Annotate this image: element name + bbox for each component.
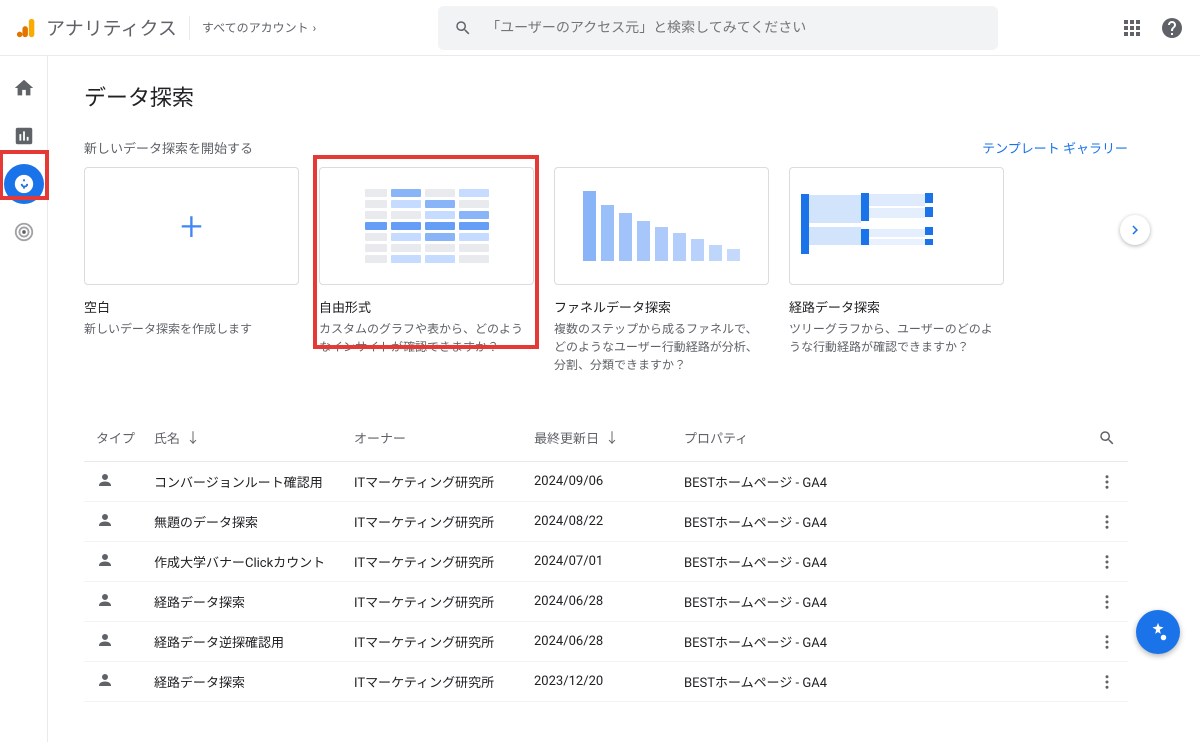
more-vert-icon[interactable]	[1098, 553, 1116, 571]
row-name: 経路データ探索	[154, 592, 354, 611]
template-gallery-link[interactable]: テンプレート ギャラリー	[982, 138, 1128, 157]
app-title: アナリティクス	[46, 14, 177, 41]
logo-wrap: アナリティクス	[16, 14, 177, 41]
highlight-annotation-sidebar	[0, 150, 49, 200]
row-date: 2024/06/28	[534, 634, 684, 649]
more-vert-icon[interactable]	[1098, 513, 1116, 531]
row-owner: ITマーケティング研究所	[354, 672, 534, 691]
row-prop: BESTホームページ - GA4	[684, 672, 1068, 691]
row-prop: BESTホームページ - GA4	[684, 512, 1068, 531]
template-funnel[interactable]: ファネルデータ探索 複数のステップから成るファネルで、どのようなユーザー行動経路…	[554, 167, 769, 374]
home-icon	[13, 77, 35, 99]
sparkle-gear-icon	[1147, 621, 1169, 643]
template-path[interactable]: 経路データ探索 ツリーグラフから、ユーザーのどのような行動経路が確認できますか？	[789, 167, 1004, 374]
main-content: データ探索 新しいデータ探索を開始する テンプレート ギャラリー + 空白 新し…	[48, 56, 1168, 742]
template-blank[interactable]: + 空白 新しいデータ探索を作成します	[84, 167, 299, 374]
table-row[interactable]: 作成大学バナーClickカウント ITマーケティング研究所 2024/07/01…	[84, 542, 1128, 582]
person-icon	[96, 591, 114, 609]
template-title: 自由形式	[319, 297, 534, 316]
reports-icon	[13, 125, 35, 147]
template-row: + 空白 新しいデータ探索を作成します 自由形式 カスタムのグラフや表から、どの…	[84, 167, 1168, 374]
person-icon	[96, 551, 114, 569]
row-name: 無題のデータ探索	[154, 512, 354, 531]
apps-icon[interactable]	[1120, 16, 1144, 40]
app-header: アナリティクス すべてのアカウント ›	[0, 0, 1200, 56]
template-title: 空白	[84, 297, 299, 316]
row-prop: BESTホームページ - GA4	[684, 632, 1068, 651]
person-icon	[96, 631, 114, 649]
template-desc: 複数のステップから成るファネルで、どのようなユーザー行動経路が分析、分割、分類で…	[554, 320, 769, 374]
template-desc: カスタムのグラフや表から、どのようなインサイトが確認できますか？	[319, 320, 534, 356]
template-desc: ツリーグラフから、ユーザーのどのような行動経路が確認できますか？	[789, 320, 1004, 356]
search-icon	[454, 19, 472, 37]
more-vert-icon[interactable]	[1098, 673, 1116, 691]
row-name: 経路データ逆探確認用	[154, 632, 354, 651]
table-row[interactable]: 経路データ逆探確認用 ITマーケティング研究所 2024/06/28 BESTホ…	[84, 622, 1128, 662]
row-name: コンバージョンルート確認用	[154, 472, 354, 491]
row-prop: BESTホームページ - GA4	[684, 472, 1068, 491]
table-row[interactable]: 経路データ探索 ITマーケティング研究所 2023/12/20 BESTホームペ…	[84, 662, 1128, 702]
sidebar-item-advertising[interactable]	[4, 212, 44, 252]
header-actions	[1120, 16, 1184, 40]
sidebar-item-home[interactable]	[4, 68, 44, 108]
row-date: 2023/12/20	[534, 674, 684, 689]
more-vert-icon[interactable]	[1098, 473, 1116, 491]
col-prop: プロパティ	[684, 428, 1068, 447]
target-icon	[13, 221, 35, 243]
col-date[interactable]: 最終更新日↓	[534, 428, 684, 448]
template-freeform[interactable]: 自由形式 カスタムのグラフや表から、どのようなインサイトが確認できますか？	[319, 167, 534, 374]
page-title: データ探索	[84, 80, 1168, 112]
row-name: 経路データ探索	[154, 672, 354, 691]
path-thumb-icon	[801, 189, 993, 264]
separator	[189, 16, 190, 40]
col-type: タイプ	[84, 428, 154, 447]
chevron-right-icon	[1126, 221, 1144, 239]
template-title: 経路データ探索	[789, 297, 1004, 316]
row-owner: ITマーケティング研究所	[354, 632, 534, 651]
row-date: 2024/09/06	[534, 474, 684, 489]
person-icon	[96, 471, 114, 489]
table-row[interactable]: コンバージョンルート確認用 ITマーケティング研究所 2024/09/06 BE…	[84, 462, 1128, 502]
more-vert-icon[interactable]	[1098, 593, 1116, 611]
section-label: 新しいデータ探索を開始する	[84, 138, 253, 157]
row-prop: BESTホームページ - GA4	[684, 552, 1068, 571]
row-owner: ITマーケティング研究所	[354, 472, 534, 491]
template-title: ファネルデータ探索	[554, 297, 769, 316]
row-date: 2024/06/28	[534, 594, 684, 609]
row-owner: ITマーケティング研究所	[354, 552, 534, 571]
person-icon	[96, 671, 114, 689]
help-icon[interactable]	[1160, 16, 1184, 40]
scroll-right-button[interactable]	[1120, 215, 1150, 245]
row-prop: BESTホームページ - GA4	[684, 592, 1068, 611]
sort-down-icon: ↓	[605, 428, 619, 448]
table-header: タイプ 氏名↓ オーナー 最終更新日↓ プロパティ	[84, 414, 1128, 462]
row-name: 作成大学バナーClickカウント	[154, 552, 354, 571]
search-wrap	[316, 6, 1120, 50]
account-breadcrumb[interactable]: すべてのアカウント ›	[202, 19, 316, 36]
search-icon[interactable]	[1098, 429, 1116, 447]
freeform-thumb-icon	[331, 180, 523, 273]
table-row[interactable]: 経路データ探索 ITマーケティング研究所 2024/06/28 BESTホームペ…	[84, 582, 1128, 622]
plus-icon: +	[180, 203, 203, 250]
sort-down-icon: ↓	[186, 428, 200, 448]
more-vert-icon[interactable]	[1098, 633, 1116, 651]
table-row[interactable]: 無題のデータ探索 ITマーケティング研究所 2024/08/22 BESTホーム…	[84, 502, 1128, 542]
row-date: 2024/07/01	[534, 554, 684, 569]
left-sidebar	[0, 56, 48, 742]
search-input[interactable]	[486, 20, 982, 36]
col-name[interactable]: 氏名↓	[154, 428, 354, 448]
breadcrumb-label: すべてのアカウント	[202, 19, 309, 36]
funnel-thumb-icon	[583, 191, 740, 261]
insights-fab[interactable]	[1136, 610, 1180, 654]
row-owner: ITマーケティング研究所	[354, 512, 534, 531]
row-date: 2024/08/22	[534, 514, 684, 529]
explorations-table: タイプ 氏名↓ オーナー 最終更新日↓ プロパティ コンバージョンルート確認用 …	[84, 414, 1168, 702]
analytics-logo-icon	[16, 17, 38, 39]
col-owner: オーナー	[354, 428, 534, 447]
template-desc: 新しいデータ探索を作成します	[84, 320, 299, 338]
search-box[interactable]	[438, 6, 998, 50]
person-icon	[96, 511, 114, 529]
row-owner: ITマーケティング研究所	[354, 592, 534, 611]
